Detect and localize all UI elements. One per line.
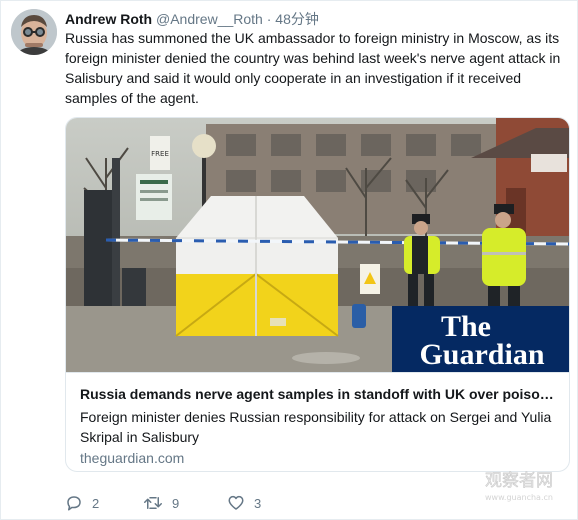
retweet-icon bbox=[144, 497, 162, 509]
like-button[interactable]: 3 bbox=[227, 493, 261, 513]
retweet-button[interactable]: 9 bbox=[143, 493, 179, 513]
tweet-text: Russia has summoned the UK ambassador to… bbox=[65, 30, 561, 106]
card-image: FREE The Guardian bbox=[66, 118, 569, 372]
sign-text: FREE bbox=[151, 150, 169, 158]
guardian-logo-guardian: Guardian bbox=[419, 338, 544, 371]
card-domain[interactable]: theguardian.com bbox=[80, 449, 184, 467]
author-name[interactable]: Andrew Roth bbox=[65, 11, 152, 27]
watermark-url: www.guancha.cn bbox=[485, 493, 553, 502]
tweet-header: Andrew Roth @Andrew__Roth · 48分钟 bbox=[65, 10, 319, 28]
watermark: 观察者网 www.guancha.cn bbox=[485, 471, 554, 502]
avatar-photo bbox=[11, 9, 57, 55]
card-description: Foreign minister denies Russian responsi… bbox=[80, 409, 552, 445]
header-separator: · bbox=[266, 11, 272, 27]
reply-button[interactable]: 2 bbox=[65, 493, 99, 513]
tweet: Andrew Roth @Andrew__Roth · 48分钟 Russia … bbox=[0, 0, 578, 520]
retweet-count: 9 bbox=[172, 495, 180, 511]
reply-icon bbox=[67, 496, 81, 511]
reply-count: 2 bbox=[92, 495, 100, 511]
card-body: Russia demands nerve agent samples in st… bbox=[66, 372, 569, 471]
like-icon bbox=[228, 495, 244, 510]
card-photo: FREE The Guardian bbox=[66, 118, 569, 372]
card-title[interactable]: Russia demands nerve agent samples in st… bbox=[80, 385, 558, 403]
watermark-title: 观察者网 bbox=[485, 471, 553, 491]
like-count: 3 bbox=[254, 495, 262, 511]
author-handle[interactable]: @Andrew__Roth bbox=[156, 11, 263, 27]
tweet-timestamp[interactable]: 48分钟 bbox=[275, 11, 319, 27]
link-card[interactable]: FREE The Guardian Russia demands nerve a… bbox=[65, 117, 570, 472]
avatar[interactable] bbox=[11, 9, 57, 55]
